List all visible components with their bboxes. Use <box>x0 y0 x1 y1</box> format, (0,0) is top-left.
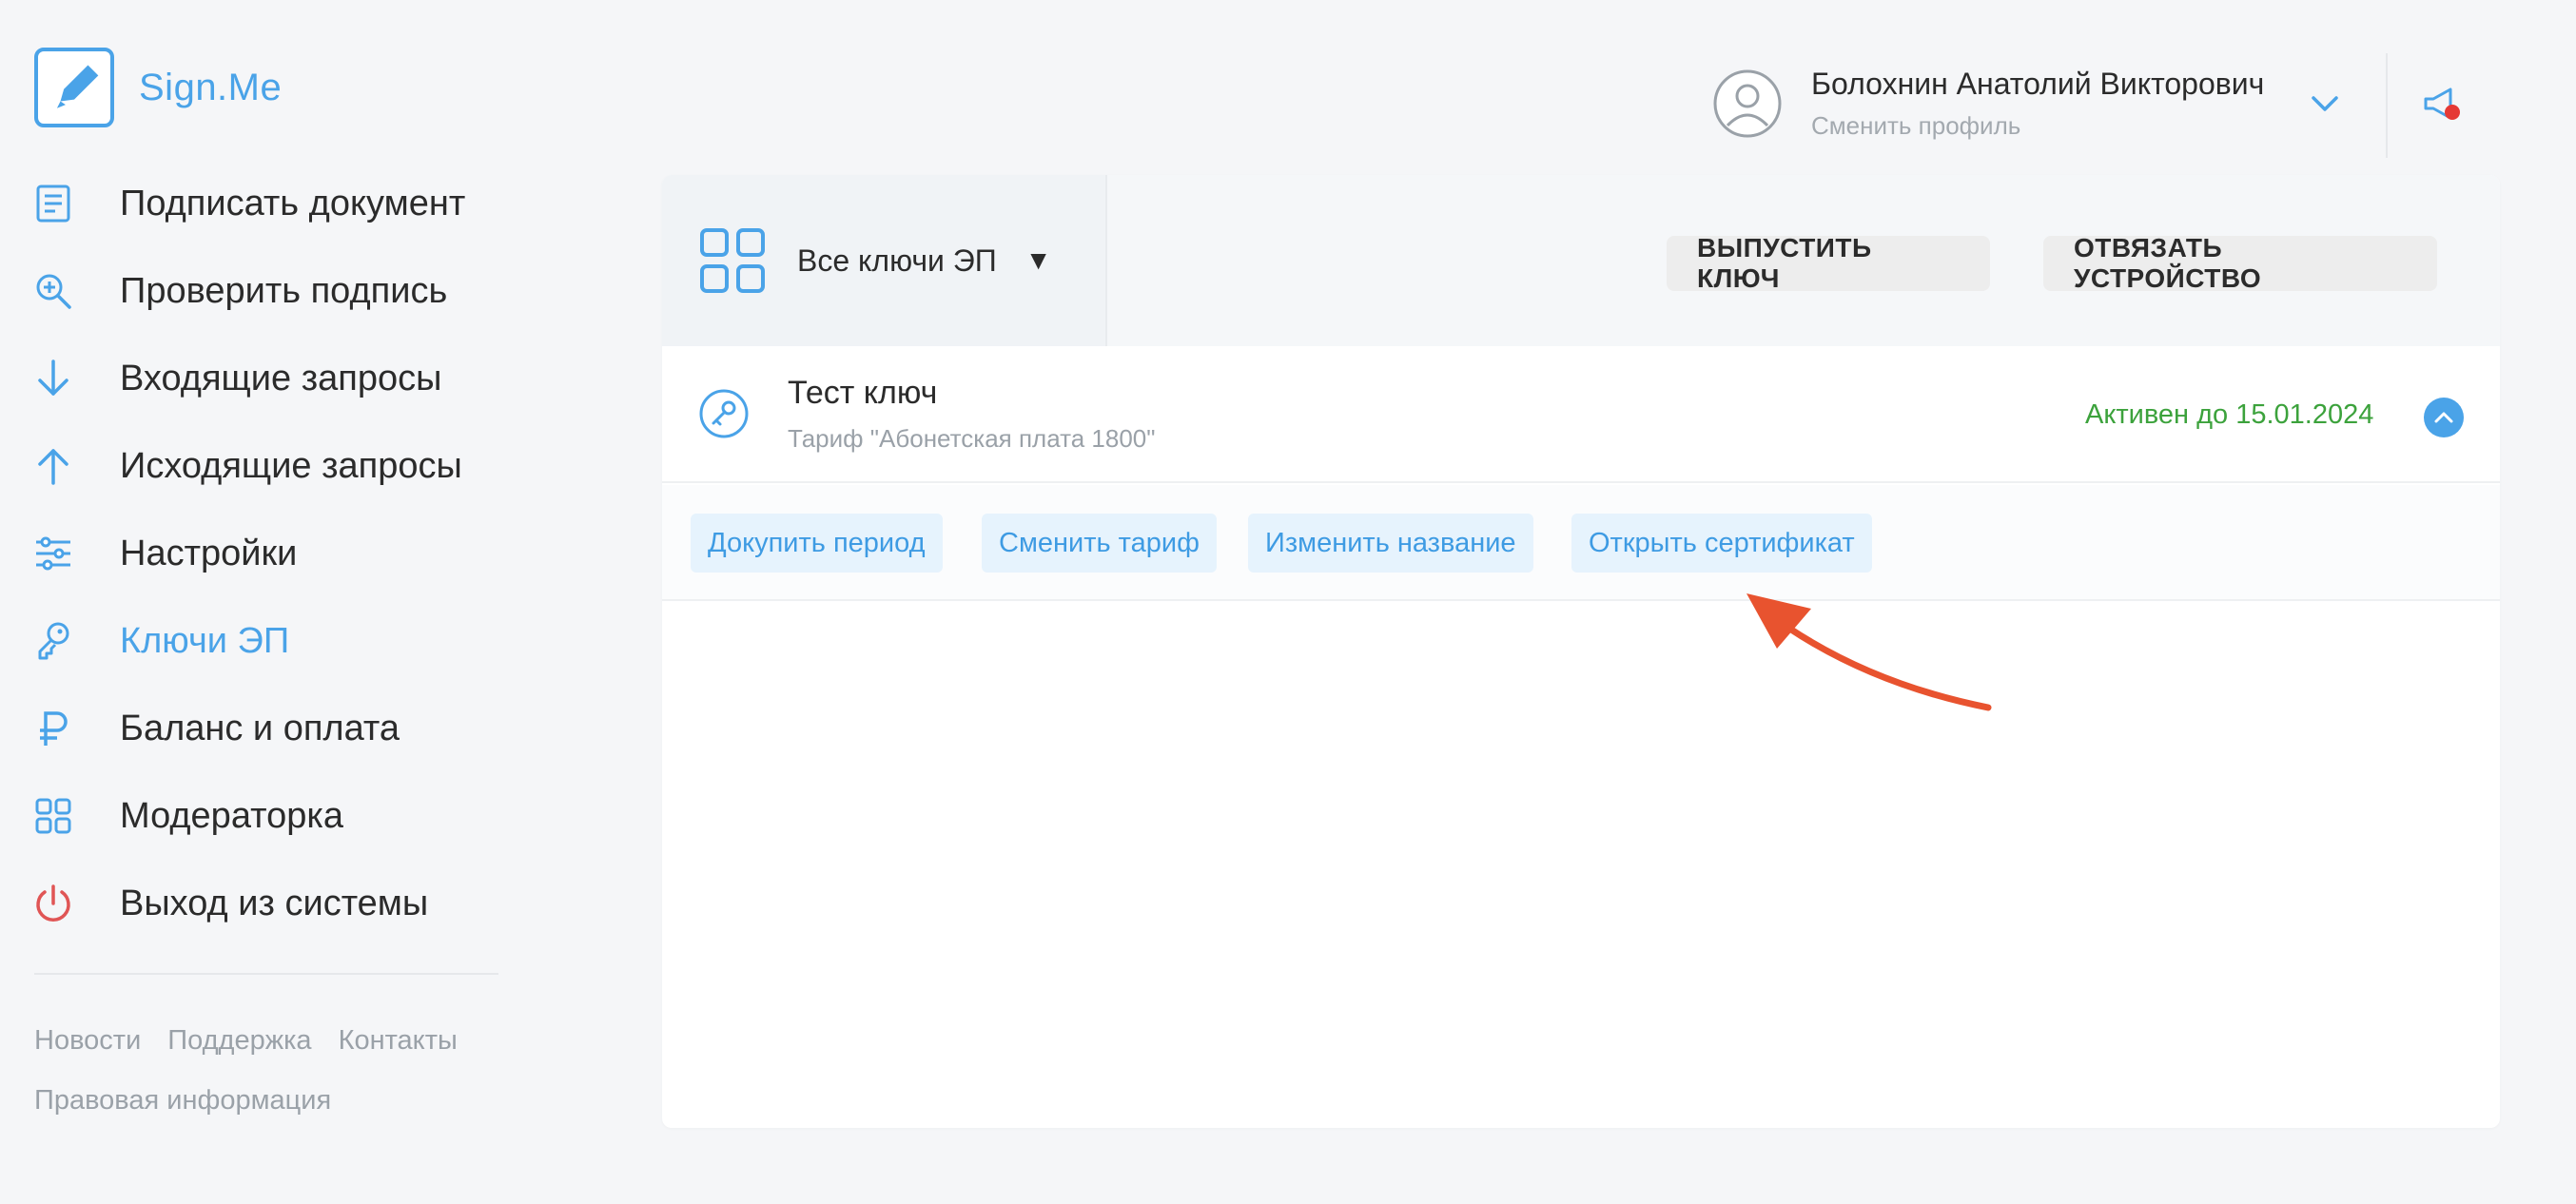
arrow-up-icon <box>32 445 74 487</box>
key-circle-icon <box>699 389 749 438</box>
arrow-down-icon <box>32 358 74 399</box>
keys-card: Все ключи ЭП ▼ ВЫПУСТИТЬ КЛЮЧ ОТВЯЗАТЬ У… <box>662 175 2500 1128</box>
keys-filter-label: Все ключи ЭП <box>797 243 997 278</box>
key-name: Тест ключ <box>788 375 938 411</box>
unbind-device-button[interactable]: ОТВЯЗАТЬ УСТРОЙСТВО <box>2043 233 2437 293</box>
issue-key-button[interactable]: ВЫПУСТИТЬ КЛЮЧ <box>1667 233 1990 293</box>
sidebar-item-label: Исходящие запросы <box>120 445 462 486</box>
collapse-button[interactable] <box>2424 398 2464 437</box>
document-icon <box>32 183 74 224</box>
chevron-up-icon <box>2434 412 2453 423</box>
sidebar-item-label: Баланс и оплата <box>120 708 400 748</box>
switch-profile-link[interactable]: Сменить профиль <box>1811 111 2264 141</box>
sidebar-item-incoming-requests[interactable]: Входящие запросы <box>32 335 465 422</box>
change-tariff-button[interactable]: Сменить тариф <box>982 514 1217 573</box>
footer-link-news[interactable]: Новости <box>34 1025 141 1057</box>
sidebar-item-outgoing-requests[interactable]: Исходящие запросы <box>32 422 465 510</box>
sidebar-item-logout[interactable]: Выход из системы <box>32 860 465 947</box>
sidebar-item-label: Настройки <box>120 533 298 573</box>
magnifier-plus-icon <box>32 270 74 312</box>
rename-button[interactable]: Изменить название <box>1248 514 1533 573</box>
sidebar-item-balance[interactable]: Баланс и оплата <box>32 685 465 772</box>
grid-icon <box>700 228 765 293</box>
sidebar-nav: Подписать документ Проверить подпись Вхо… <box>32 160 465 947</box>
sidebar-item-moderation[interactable]: Модераторка <box>32 772 465 860</box>
ruble-icon <box>32 708 74 749</box>
buy-period-button[interactable]: Докупить период <box>691 514 943 573</box>
key-tariff: Тариф "Абонетская плата 1800" <box>788 424 1156 453</box>
power-icon <box>32 883 74 924</box>
megaphone-notifications-icon[interactable] <box>2418 80 2466 127</box>
caret-down-icon: ▼ <box>1025 245 1052 275</box>
app-logo[interactable]: Sign.Me <box>34 48 282 127</box>
sidebar-item-label: Входящие запросы <box>120 358 442 398</box>
user-avatar-icon <box>1713 69 1782 138</box>
sliders-icon <box>32 533 74 574</box>
header-divider <box>2386 53 2388 158</box>
footer-link-support[interactable]: Поддержка <box>167 1025 311 1057</box>
sidebar-item-label: Проверить подпись <box>120 270 448 311</box>
sidebar-item-sign-document[interactable]: Подписать документ <box>32 160 465 247</box>
sidebar-item-label: Ключи ЭП <box>120 620 290 661</box>
key-icon <box>32 620 74 662</box>
sidebar-item-label: Подписать документ <box>120 183 466 223</box>
sidebar-item-label: Выход из системы <box>120 883 429 923</box>
footer-link-contacts[interactable]: Контакты <box>339 1025 458 1057</box>
key-actions: Докупить период Сменить тариф Изменить н… <box>662 485 2500 601</box>
sidebar-item-verify-signature[interactable]: Проверить подпись <box>32 247 465 335</box>
grid-icon <box>32 795 74 837</box>
sidebar-item-settings[interactable]: Настройки <box>32 510 465 597</box>
chevron-down-icon[interactable] <box>2306 89 2344 118</box>
keys-filter-dropdown[interactable]: Все ключи ЭП ▼ <box>662 175 1107 346</box>
footer-link-legal[interactable]: Правовая информация <box>34 1085 331 1117</box>
user-name: Болохнин Анатолий Викторович <box>1811 67 2265 101</box>
open-certificate-button[interactable]: Открыть сертификат <box>1571 514 1872 573</box>
key-list-item[interactable]: Тест ключ Тариф "Абонетская плата 1800" … <box>662 346 2500 483</box>
key-status: Активен до 15.01.2024 <box>2085 399 2374 430</box>
sidebar-item-label: Модераторка <box>120 795 343 836</box>
keys-toolbar: Все ключи ЭП ▼ ВЫПУСТИТЬ КЛЮЧ ОТВЯЗАТЬ У… <box>662 175 2500 346</box>
footer-links: Новости Поддержка Контакты Правовая инфо… <box>34 1025 458 1145</box>
profile-switcher[interactable]: Болохнин Анатолий Викторович Сменить про… <box>1712 67 2264 141</box>
app-name: Sign.Me <box>139 66 283 108</box>
sidebar-item-keys[interactable]: Ключи ЭП <box>32 597 465 685</box>
sidebar-divider <box>34 973 498 975</box>
pen-logo-icon <box>34 48 114 127</box>
